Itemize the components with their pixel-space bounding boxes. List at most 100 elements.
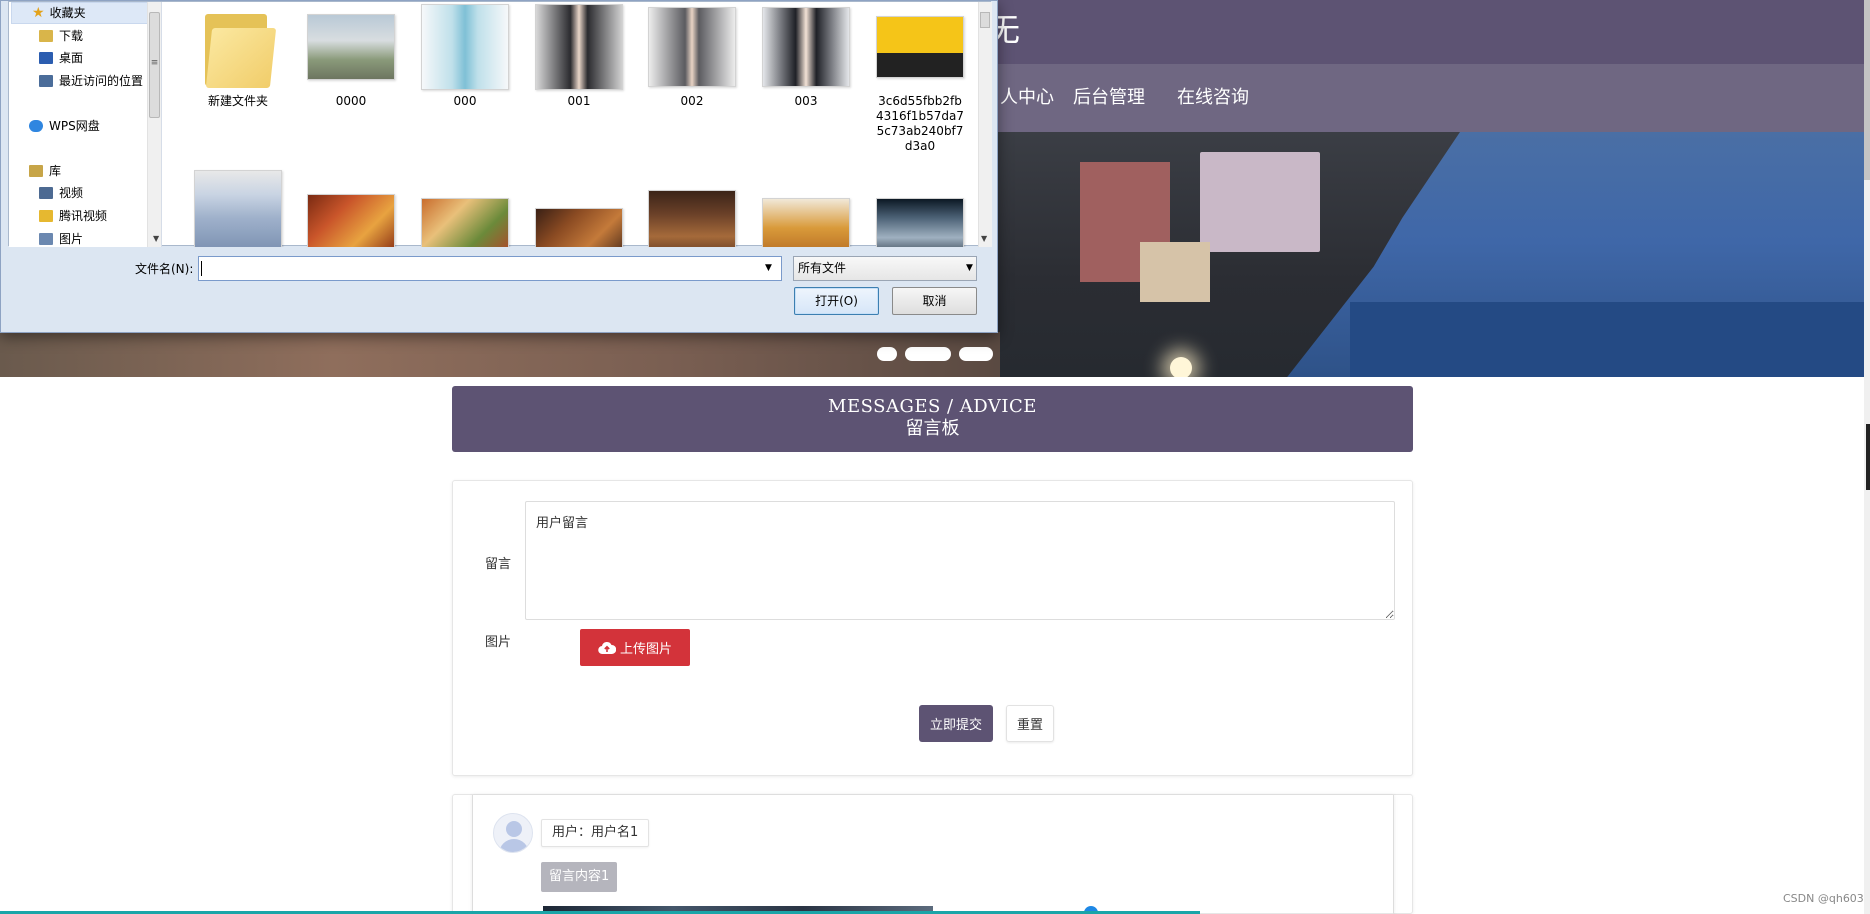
messages-header-en: MESSAGES / ADVICE xyxy=(828,396,1037,417)
carousel-indicators xyxy=(877,347,993,361)
chevron-down-icon[interactable]: ▼ xyxy=(966,263,973,273)
filename-label: 文件名(N): xyxy=(135,262,194,276)
image-thumbnail xyxy=(876,16,964,78)
star-icon: ★ xyxy=(32,5,45,21)
chevron-down-icon[interactable]: ▼ xyxy=(765,263,772,273)
message-item: 用户：用户名1 留言内容1 xyxy=(472,795,1394,914)
nav-pictures[interactable]: 图片 xyxy=(9,228,149,247)
cloud-upload-icon xyxy=(598,641,616,654)
submit-button[interactable]: 立即提交 xyxy=(919,705,993,742)
nav-recent[interactable]: 最近访问的位置 xyxy=(9,70,149,92)
image-thumbnail xyxy=(421,4,509,90)
file-item-image[interactable]: 002 xyxy=(642,4,742,109)
file-item-image[interactable] xyxy=(529,208,629,247)
carousel-dot[interactable] xyxy=(959,347,993,361)
image-thumbnail xyxy=(762,198,850,247)
file-name: 003 xyxy=(794,94,818,108)
message-user: 用户：用户名1 xyxy=(541,819,650,847)
desktop-icon xyxy=(39,52,53,64)
dialog-file-list: 新建文件夹 0000 000 001 002 003 3c6d55fbb2fb4… xyxy=(164,2,974,247)
file-item-image[interactable] xyxy=(188,170,288,247)
watermark: CSDN @qh603 xyxy=(1783,892,1864,905)
dialog-nav-pane: ★ 收藏夹 下载 桌面 最近访问的位置 WPS网盘 库 视频 腾讯视频 图片 ≡… xyxy=(9,2,162,247)
image-thumbnail xyxy=(648,7,736,87)
nav-pictures-label: 图片 xyxy=(59,232,84,246)
file-name: 3c6d55fbb2fb4316f1b57da75c73ab240bf7d3a0 xyxy=(876,94,964,153)
scroll-down-arrow-icon[interactable]: ▼ xyxy=(981,234,987,243)
cloud-drive-icon xyxy=(29,120,43,132)
cancel-button[interactable]: 取消 xyxy=(892,287,977,315)
image-thumbnail xyxy=(762,7,850,87)
file-item-image[interactable] xyxy=(301,194,401,247)
nav-downloads[interactable]: 下载 xyxy=(9,25,149,47)
message-content: 留言内容1 xyxy=(541,862,618,892)
video-library-icon xyxy=(39,187,53,199)
files-scroll-thumb[interactable] xyxy=(980,12,990,28)
messages-header-zh: 留言板 xyxy=(905,418,960,439)
image-thumbnail xyxy=(876,198,964,247)
nav-desktop-label: 桌面 xyxy=(59,51,84,65)
file-item-image[interactable] xyxy=(642,190,742,247)
upload-image-label: 上传图片 xyxy=(619,642,672,657)
library-icon xyxy=(29,165,43,177)
file-item-image[interactable]: 000 xyxy=(415,4,515,109)
filetype-select[interactable]: 所有文件 xyxy=(793,256,977,281)
folder-icon xyxy=(199,4,277,90)
image-thumbnail xyxy=(535,208,623,247)
scroll-grip-icon: ≡ xyxy=(150,58,159,68)
message-textarea[interactable]: 用户留言 xyxy=(525,501,1395,620)
nav-downloads-label: 下载 xyxy=(59,29,84,43)
image-thumbnail xyxy=(307,14,395,80)
page-scroll-thumb[interactable] xyxy=(1864,0,1870,180)
file-item-folder[interactable]: 新建文件夹 xyxy=(188,4,288,109)
filename-input[interactable] xyxy=(198,256,782,281)
upload-image-button[interactable]: 上传图片 xyxy=(580,629,690,666)
file-open-dialog: ★ 收藏夹 下载 桌面 最近访问的位置 WPS网盘 库 视频 腾讯视频 图片 ≡… xyxy=(0,0,998,333)
file-item-image[interactable]: 001 xyxy=(529,4,629,109)
open-button[interactable]: 打开(O) xyxy=(794,287,879,315)
nav-wps-drive[interactable]: WPS网盘 xyxy=(9,115,149,137)
text-caret xyxy=(201,261,202,276)
nav-favorites[interactable]: ★ 收藏夹 xyxy=(11,2,151,24)
carousel-dot[interactable] xyxy=(877,347,897,361)
messages-header: MESSAGES / ADVICE 留言板 xyxy=(452,386,1413,452)
image-thumbnail xyxy=(194,170,282,247)
file-name: 001 xyxy=(567,94,591,108)
nav-tencent-video-label: 腾讯视频 xyxy=(59,209,108,223)
message-list: 用户：用户名1 留言内容1 xyxy=(452,794,1413,914)
file-item-image[interactable]: 3c6d55fbb2fb4316f1b57da75c73ab240bf7d3a0 xyxy=(870,4,970,154)
file-item-image[interactable]: 0000 xyxy=(301,4,401,109)
file-item-image[interactable] xyxy=(870,198,970,247)
message-label: 留言 xyxy=(485,557,512,572)
nav-desktop[interactable]: 桌面 xyxy=(9,47,149,69)
nav-videos-label: 视频 xyxy=(59,186,84,200)
nav-libraries[interactable]: 库 xyxy=(9,160,149,182)
carousel-dot[interactable] xyxy=(905,347,951,361)
message-form: 留言 用户留言 图片 上传图片 立即提交 重置 xyxy=(452,480,1413,776)
image-thumbnail xyxy=(307,194,395,247)
dialog-browser: ★ 收藏夹 下载 桌面 最近访问的位置 WPS网盘 库 视频 腾讯视频 图片 ≡… xyxy=(8,1,992,247)
reset-button[interactable]: 重置 xyxy=(1006,705,1054,742)
recent-places-icon xyxy=(39,75,53,87)
file-item-image[interactable] xyxy=(415,198,515,247)
avatar xyxy=(493,813,533,853)
image-thumbnail xyxy=(421,198,509,247)
scroll-down-arrow-icon[interactable]: ▼ xyxy=(153,234,159,243)
download-folder-icon xyxy=(39,30,53,42)
files-scrollbar[interactable] xyxy=(978,2,992,247)
file-item-image[interactable]: 003 xyxy=(756,4,856,109)
nav-favorites-label: 收藏夹 xyxy=(49,6,86,20)
image-thumbnail xyxy=(535,4,623,90)
nav-videos[interactable]: 视频 xyxy=(9,182,149,204)
nav-tencent-video[interactable]: 腾讯视频 xyxy=(9,205,149,227)
file-name: 000 xyxy=(453,94,477,108)
file-item-image[interactable] xyxy=(756,198,856,247)
nav-admin[interactable]: 后台管理 xyxy=(1073,84,1145,112)
nav-personal-center[interactable]: 人中心 xyxy=(1000,84,1054,112)
nav-libraries-label: 库 xyxy=(49,164,62,178)
file-name: 新建文件夹 xyxy=(207,94,268,108)
side-marker xyxy=(1866,424,1870,490)
nav-wps-drive-label: WPS网盘 xyxy=(49,119,100,133)
pictures-library-icon xyxy=(39,233,53,245)
nav-online-consult[interactable]: 在线咨询 xyxy=(1177,84,1249,112)
